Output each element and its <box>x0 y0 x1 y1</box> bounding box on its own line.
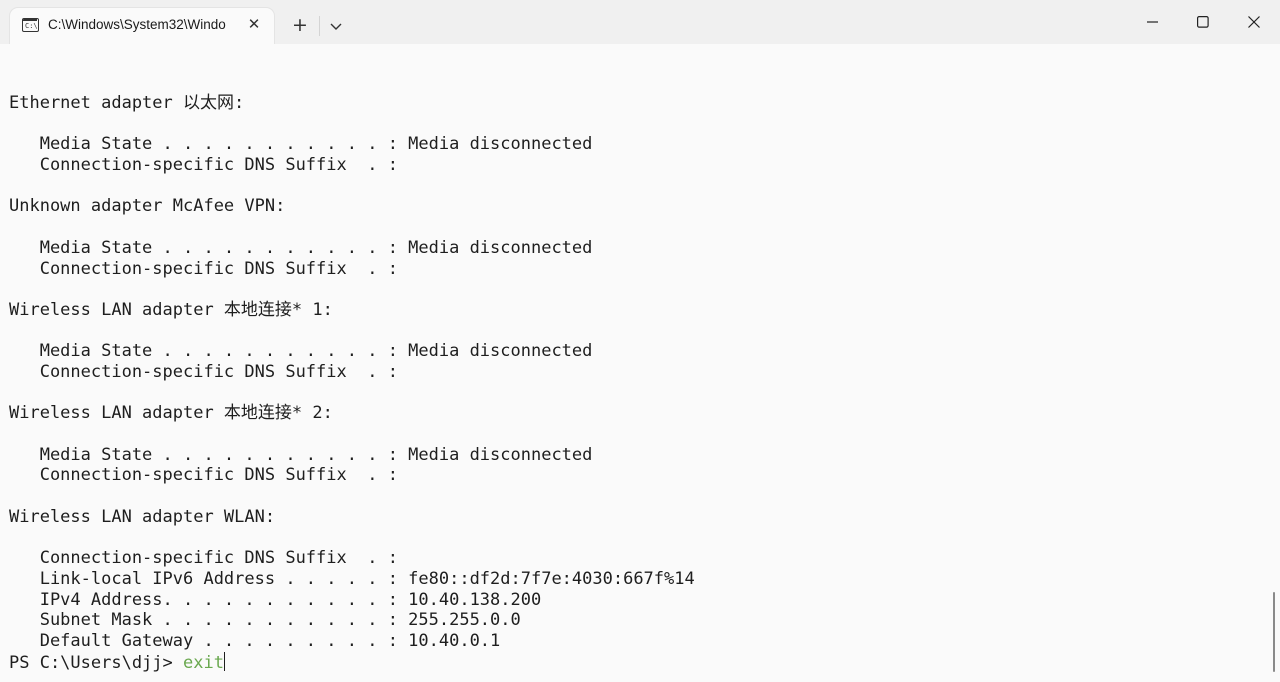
terminal-line: Wireless LAN adapter 本地连接* 2: <box>9 403 333 424</box>
close-icon <box>1248 16 1260 28</box>
terminal-line: IPv4 Address. . . . . . . . . . . : 10.4… <box>9 589 542 610</box>
terminal-line: Connection-specific DNS Suffix . : <box>9 258 398 279</box>
terminal-line: Media State . . . . . . . . . . . : Medi… <box>9 134 593 155</box>
terminal-line: Connection-specific DNS Suffix . : <box>9 155 398 176</box>
terminal-line: Connection-specific DNS Suffix . : <box>9 361 398 382</box>
terminal-line: Media State . . . . . . . . . . . : Medi… <box>9 341 593 362</box>
text-cursor <box>223 651 226 671</box>
terminal-output[interactable]: Ethernet adapter 以太网: Media State . . . … <box>0 44 1266 682</box>
close-tab-icon[interactable]: ✕ <box>246 16 262 32</box>
chevron-down-icon[interactable] <box>326 16 346 36</box>
terminal-line: Connection-specific DNS Suffix . : <box>9 465 398 486</box>
tab-title: C:\Windows\System32\Windo <box>48 17 226 32</box>
maximize-icon <box>1197 16 1209 28</box>
close-window-button[interactable] <box>1231 8 1277 36</box>
tab-separator <box>319 16 320 36</box>
terminal-line: Ethernet adapter 以太网: <box>9 93 245 113</box>
scrollbar-thumb[interactable] <box>1273 592 1275 672</box>
new-tab-button[interactable]: + <box>288 14 312 38</box>
vertical-scrollbar[interactable] <box>1266 44 1280 682</box>
maximize-button[interactable] <box>1180 8 1226 36</box>
prompt-text: PS C:\Users\djj> <box>9 652 183 673</box>
minimize-icon <box>1147 21 1158 23</box>
terminal-line: Media State . . . . . . . . . . . : Medi… <box>9 444 593 465</box>
terminal-line: Media State . . . . . . . . . . . : Medi… <box>9 237 593 258</box>
terminal-line: Wireless LAN adapter 本地连接* 1: <box>9 299 333 320</box>
terminal-line: Link-local IPv6 Address . . . . . : fe80… <box>9 568 695 589</box>
terminal-icon-text: C:\ <box>25 22 38 30</box>
title-bar[interactable]: C:\ C:\Windows\System32\Windo ✕ + <box>0 0 1280 44</box>
minimize-button[interactable] <box>1130 8 1176 36</box>
command-input[interactable]: exit <box>183 653 224 673</box>
terminal-line: Connection-specific DNS Suffix . : <box>9 548 398 569</box>
terminal-window: C:\ C:\Windows\System32\Windo ✕ + Ethern… <box>0 0 1280 682</box>
terminal-line: Default Gateway . . . . . . . . . : 10.4… <box>9 630 501 651</box>
terminal-icon: C:\ <box>22 18 39 32</box>
terminal-line: Subnet Mask . . . . . . . . . . . : 255.… <box>9 610 521 631</box>
tab-powershell[interactable]: C:\ C:\Windows\System32\Windo ✕ <box>10 8 274 44</box>
terminal-line: Wireless LAN adapter WLAN: <box>9 506 276 527</box>
terminal-text: Ethernet adapter 以太网: Media State . . . … <box>9 93 695 673</box>
terminal-line: Unknown adapter McAfee VPN: <box>9 196 286 217</box>
prompt-line[interactable]: PS C:\Users\djj> exit <box>9 651 695 673</box>
